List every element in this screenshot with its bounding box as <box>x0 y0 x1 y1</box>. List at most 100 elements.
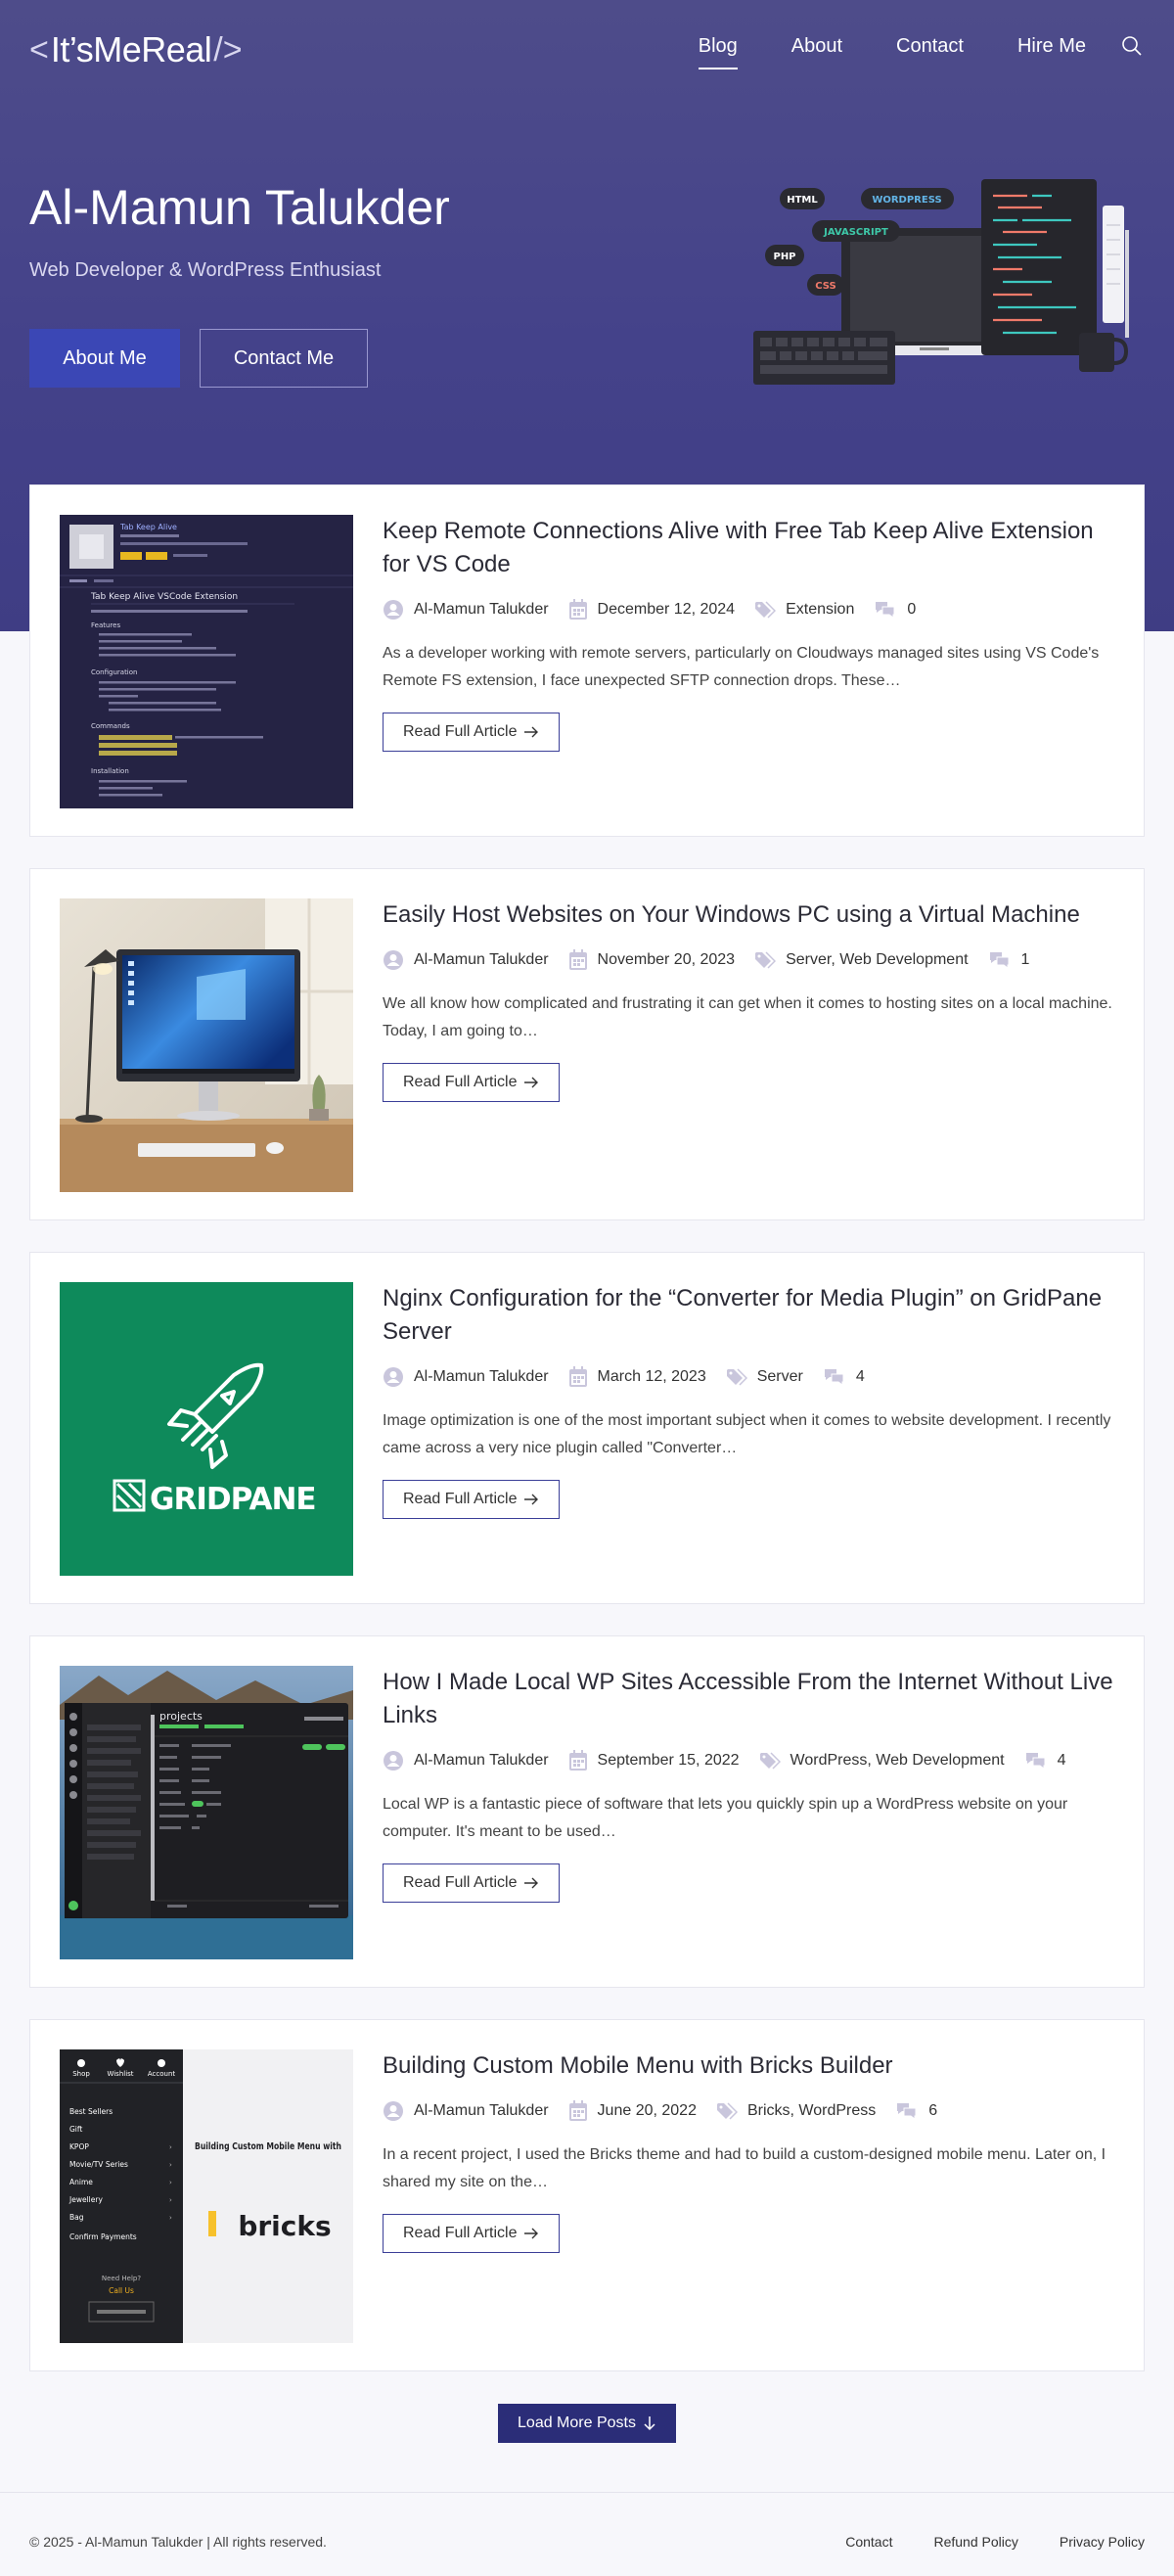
read-full-article-button[interactable]: Read Full Article <box>383 2214 560 2253</box>
post-thumbnail[interactable]: Tab Keep Alive Tab Keep Alive VSCode Ext… <box>60 515 353 808</box>
hero-illustration: HTML WORDPRESS JAVASCRIPT PHP CSS <box>753 179 1129 385</box>
tags-icon <box>755 951 777 969</box>
comments-icon <box>824 1369 844 1386</box>
post-meta: Al-Mamun Talukder December 12, 2024 Exte… <box>383 597 1114 622</box>
post-author[interactable]: Al-Mamun Talukder <box>414 951 549 969</box>
calendar-icon <box>568 949 587 970</box>
post-title[interactable]: Keep Remote Connections Alive with Free … <box>383 515 1114 581</box>
thumb-bricks-tab: Wishlist <box>107 2070 133 2078</box>
badge-css: CSS <box>815 281 835 292</box>
logo-bracket-left: < <box>29 30 49 69</box>
post-thumbnail[interactable]: Shop Wishlist Account Best Sellers Gift … <box>60 2049 353 2343</box>
post-category[interactable]: Server, Web Development <box>786 951 968 969</box>
post-author[interactable]: Al-Mamun Talukder <box>414 1752 549 1770</box>
calendar-icon <box>568 1366 587 1387</box>
nav-blog[interactable]: Blog <box>698 35 738 69</box>
about-me-button[interactable]: About Me <box>29 329 180 388</box>
arrow-right-icon <box>523 1494 538 1505</box>
post-date: March 12, 2023 <box>597 1368 706 1385</box>
load-more-posts-button[interactable]: Load More Posts <box>498 2404 676 2443</box>
hero-title: Al-Mamun Talukder <box>29 180 450 235</box>
arrow-down-icon <box>644 2416 655 2431</box>
arrow-right-icon <box>523 726 538 738</box>
post-card: Easily Host Websites on Your Windows PC … <box>29 868 1145 1220</box>
read-full-article-button[interactable]: Read Full Article <box>383 1480 560 1519</box>
svg-text:›: › <box>169 2179 172 2186</box>
post-title[interactable]: Nginx Configuration for the “Converter f… <box>383 1282 1114 1349</box>
post-thumbnail[interactable]: GRIDPANE <box>60 1282 353 1576</box>
post-date: November 20, 2023 <box>597 951 736 968</box>
tags-icon <box>759 1752 781 1770</box>
read-full-article-button[interactable]: Read Full Article <box>383 713 560 752</box>
site-header: < It’sMeReal /> Blog About Contact Hire … <box>0 0 1174 98</box>
post-meta: Al-Mamun Talukder September 15, 2022 Wor… <box>383 1748 1114 1773</box>
post-comments-count[interactable]: 0 <box>907 601 916 619</box>
comments-icon <box>989 952 1010 969</box>
post-category[interactable]: WordPress, Web Development <box>790 1752 1005 1770</box>
vscode-extension-screenshot: Tab Keep Alive Tab Keep Alive VSCode Ext… <box>60 515 353 808</box>
post-date: December 12, 2024 <box>597 601 736 618</box>
post-comments-count[interactable]: 4 <box>856 1368 865 1386</box>
badge-php: PHP <box>773 252 795 262</box>
nav-about[interactable]: About <box>791 35 842 65</box>
post-comments-count[interactable]: 4 <box>1058 1752 1066 1770</box>
read-full-article-button[interactable]: Read Full Article <box>383 1863 560 1903</box>
site-logo[interactable]: < It’sMeReal /> <box>29 25 243 74</box>
thumb-bricks-menu-item: Best Sellers <box>69 2107 113 2116</box>
post-comments-count[interactable]: 6 <box>928 2102 937 2120</box>
thumb-bricks-tab: Shop <box>72 2070 90 2078</box>
thumb-bricks-help: Need Help? <box>102 2275 141 2282</box>
post-title[interactable]: Easily Host Websites on Your Windows PC … <box>383 898 1114 932</box>
post-author[interactable]: Al-Mamun Talukder <box>414 1368 549 1386</box>
thumb-vscode-name: Tab Keep Alive <box>119 523 177 531</box>
windows-pc-photo <box>60 898 353 1192</box>
calendar-icon <box>568 599 587 620</box>
post-author[interactable]: Al-Mamun Talukder <box>414 601 549 619</box>
thumb-bricks-menu-item: Jewellery <box>68 2195 103 2204</box>
post-thumbnail[interactable] <box>60 898 353 1192</box>
search-icon[interactable] <box>1121 35 1145 59</box>
footer-link-refund-policy[interactable]: Refund Policy <box>933 2534 1017 2550</box>
post-date: June 20, 2022 <box>597 2102 697 2119</box>
arrow-right-icon <box>523 1077 538 1088</box>
post-title[interactable]: Building Custom Mobile Menu with Bricks … <box>383 2049 1114 2083</box>
post-category[interactable]: Extension <box>786 601 854 619</box>
post-meta: Al-Mamun Talukder June 20, 2022 Bricks, … <box>383 2098 1114 2124</box>
copyright-text: © 2025 - Al-Mamun Talukder | All rights … <box>29 2534 327 2550</box>
thumb-bricks-menu-item: KPOP <box>69 2142 89 2151</box>
read-full-article-button[interactable]: Read Full Article <box>383 1063 560 1102</box>
post-category[interactable]: Bricks, WordPress <box>747 2102 876 2120</box>
thumb-bricks-menu-item: Gift <box>69 2125 82 2134</box>
svg-text:›: › <box>169 2214 172 2222</box>
post-author[interactable]: Al-Mamun Talukder <box>414 2102 549 2120</box>
thumb-vscode-section: Installation <box>91 767 129 775</box>
post-thumbnail[interactable]: projects <box>60 1666 353 1959</box>
thumb-vscode-heading: Tab Keep Alive VSCode Extension <box>90 592 238 602</box>
contact-me-button[interactable]: Contact Me <box>200 329 368 388</box>
post-title[interactable]: How I Made Local WP Sites Accessible Fro… <box>383 1666 1114 1732</box>
main-nav: Blog About Contact Hire Me <box>645 35 1086 69</box>
post-category[interactable]: Server <box>757 1368 803 1386</box>
svg-text:›: › <box>169 2161 172 2169</box>
footer-link-privacy-policy[interactable]: Privacy Policy <box>1060 2534 1145 2550</box>
read-label: Read Full Article <box>403 723 518 740</box>
thumb-bricks-menu-item: Movie/TV Series <box>69 2160 128 2169</box>
post-card: Tab Keep Alive Tab Keep Alive VSCode Ext… <box>29 484 1145 837</box>
user-icon <box>384 1751 403 1771</box>
tags-icon <box>755 601 777 619</box>
svg-text:›: › <box>169 2196 172 2204</box>
thumb-bricks-brand: bricks <box>238 2210 331 2242</box>
read-label: Read Full Article <box>403 1874 518 1891</box>
badge-wordpress: WORDPRESS <box>872 195 941 206</box>
gridpane-brand: GRIDPANE <box>150 1482 316 1517</box>
footer-link-contact[interactable]: Contact <box>845 2534 892 2550</box>
read-label: Read Full Article <box>403 1491 518 1507</box>
post-meta: Al-Mamun Talukder November 20, 2023 Serv… <box>383 947 1114 973</box>
post-meta: Al-Mamun Talukder March 12, 2023 Server … <box>383 1364 1114 1390</box>
nav-hire-me[interactable]: Hire Me <box>1017 35 1086 65</box>
post-comments-count[interactable]: 1 <box>1021 951 1030 969</box>
nav-contact[interactable]: Contact <box>896 35 964 65</box>
read-label: Read Full Article <box>403 1074 518 1090</box>
tags-icon <box>716 2102 738 2120</box>
post-excerpt: Image optimization is one of the most im… <box>383 1412 1111 1456</box>
